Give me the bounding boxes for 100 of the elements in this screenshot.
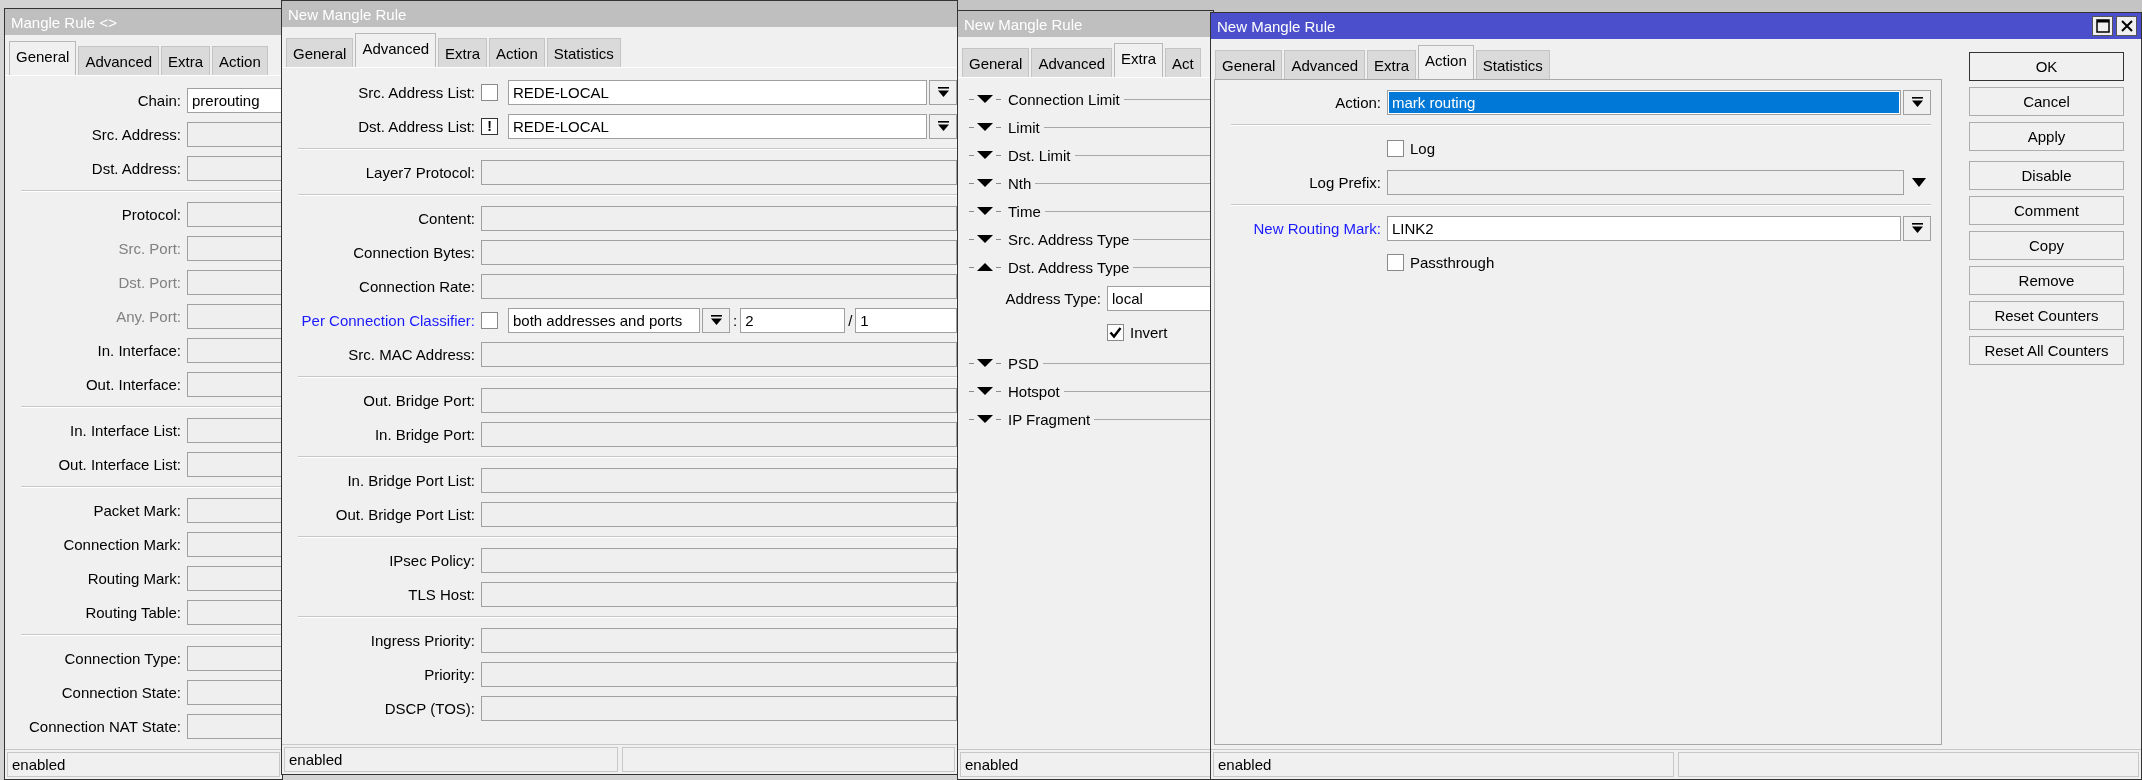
input-field[interactable] <box>481 273 957 299</box>
field-label: Src. Address List: <box>357 83 476 101</box>
dialog-button[interactable]: Apply <box>1969 122 2124 151</box>
dropdown-arrow-icon[interactable] <box>1912 177 1926 187</box>
expand-arrow-icon[interactable] <box>977 207 993 215</box>
dropdown-button[interactable] <box>1903 215 1931 241</box>
input-field[interactable] <box>187 599 282 625</box>
input-field[interactable] <box>1387 169 1904 195</box>
tab[interactable]: Act <box>1165 48 1201 77</box>
input-field[interactable]: mark routing <box>1387 89 1901 115</box>
input-field[interactable] <box>187 201 282 227</box>
tab[interactable]: Advanced <box>78 46 160 75</box>
input-field[interactable]: REDE-LOCAL <box>508 79 927 105</box>
status-text: enabled <box>284 747 618 772</box>
input-field[interactable] <box>481 421 957 447</box>
expand-arrow-icon[interactable] <box>977 95 993 103</box>
input-field[interactable] <box>187 565 282 591</box>
dialog-button[interactable]: Reset All Counters <box>1969 336 2124 365</box>
input-field[interactable] <box>481 695 957 721</box>
close-button[interactable] <box>2116 16 2137 36</box>
input-field[interactable] <box>481 627 957 653</box>
tab[interactable]: Statistics <box>546 38 621 67</box>
tab[interactable]: Advanced <box>355 33 437 67</box>
tab[interactable]: Statistics <box>1475 50 1550 79</box>
input-field[interactable] <box>187 337 282 363</box>
input-field[interactable] <box>187 371 282 397</box>
close-icon <box>2119 19 2134 33</box>
negate-checkbox[interactable]: ! <box>481 117 498 135</box>
input-field[interactable]: REDE-LOCAL <box>508 113 927 139</box>
input-field[interactable] <box>481 581 957 607</box>
input-field[interactable] <box>481 239 957 265</box>
tab[interactable]: Extra <box>161 46 211 75</box>
dialog-button[interactable]: Comment <box>1969 196 2124 225</box>
input-field[interactable] <box>481 547 957 573</box>
input-field[interactable]: LINK2 <box>1387 215 1901 241</box>
tab[interactable]: General <box>9 41 77 75</box>
input-field[interactable] <box>187 269 282 295</box>
field-label: In. Bridge Port List: <box>346 471 476 489</box>
field-label: Log Prefix: <box>1308 173 1382 191</box>
tab[interactable]: Action <box>489 38 545 67</box>
input-field[interactable] <box>187 451 282 477</box>
maximize-button[interactable] <box>2092 16 2113 36</box>
input-field[interactable] <box>481 501 957 527</box>
input-field[interactable]: both addresses and ports <box>508 307 700 333</box>
expand-arrow-icon[interactable] <box>977 359 993 367</box>
tab[interactable]: General <box>286 38 354 67</box>
input-field[interactable] <box>187 531 282 557</box>
tab[interactable]: Extra <box>1367 50 1417 79</box>
input-field[interactable] <box>481 341 957 367</box>
input-field[interactable] <box>187 497 282 523</box>
input-field[interactable]: local <box>1107 285 1213 311</box>
checkbox[interactable] <box>1107 323 1124 341</box>
input-field[interactable] <box>481 205 957 231</box>
dropdown-button[interactable] <box>929 79 957 105</box>
tab[interactable]: Extra <box>438 38 488 67</box>
negate-checkbox[interactable] <box>481 311 498 329</box>
expand-arrow-icon[interactable] <box>977 151 993 159</box>
input-field[interactable]: 2 <box>740 307 846 333</box>
expand-arrow-icon[interactable] <box>977 179 993 187</box>
input-field[interactable] <box>481 467 957 493</box>
negate-checkbox[interactable] <box>481 83 498 101</box>
expand-arrow-icon[interactable] <box>977 415 993 423</box>
dropdown-button[interactable] <box>929 113 957 139</box>
expand-arrow-icon[interactable] <box>977 235 993 243</box>
input-field[interactable] <box>187 303 282 329</box>
input-field[interactable] <box>187 121 282 147</box>
checkbox[interactable] <box>1387 253 1404 271</box>
expand-arrow-icon[interactable] <box>977 123 993 131</box>
dialog-button[interactable]: Copy <box>1969 231 2124 260</box>
dropdown-button[interactable] <box>1903 89 1931 115</box>
dropdown-button[interactable] <box>702 307 730 333</box>
field-label: Src. Port: <box>117 239 182 257</box>
section-title: Src. Address Type <box>1007 230 1131 248</box>
input-field[interactable] <box>481 661 957 687</box>
dialog-button[interactable]: Remove <box>1969 266 2124 295</box>
tab[interactable]: Action <box>212 46 268 75</box>
tab[interactable]: Action <box>1418 45 1474 79</box>
expand-arrow-icon[interactable] <box>977 263 993 271</box>
input-field[interactable] <box>187 235 282 261</box>
tab[interactable]: General <box>962 48 1030 77</box>
dialog-button[interactable]: Reset Counters <box>1969 301 2124 330</box>
tab[interactable]: Advanced <box>1031 48 1113 77</box>
input-field[interactable]: prerouting <box>187 87 282 113</box>
tab[interactable]: Advanced <box>1284 50 1366 79</box>
tab[interactable]: General <box>1215 50 1283 79</box>
input-field[interactable] <box>187 679 282 705</box>
field-label: Out. Interface: <box>84 375 182 393</box>
dialog-button[interactable]: OK <box>1969 52 2124 81</box>
input-field[interactable]: 1 <box>855 307 957 333</box>
input-field[interactable] <box>187 645 282 671</box>
input-field[interactable] <box>481 387 957 413</box>
input-field[interactable] <box>187 713 282 739</box>
dialog-button[interactable]: Cancel <box>1969 87 2124 116</box>
expand-arrow-icon[interactable] <box>977 387 993 395</box>
dialog-button[interactable]: Disable <box>1969 161 2124 190</box>
checkbox[interactable] <box>1387 139 1404 157</box>
input-field[interactable] <box>187 417 282 443</box>
input-field[interactable] <box>187 155 282 181</box>
input-field[interactable] <box>481 159 957 185</box>
tab[interactable]: Extra <box>1114 43 1164 77</box>
